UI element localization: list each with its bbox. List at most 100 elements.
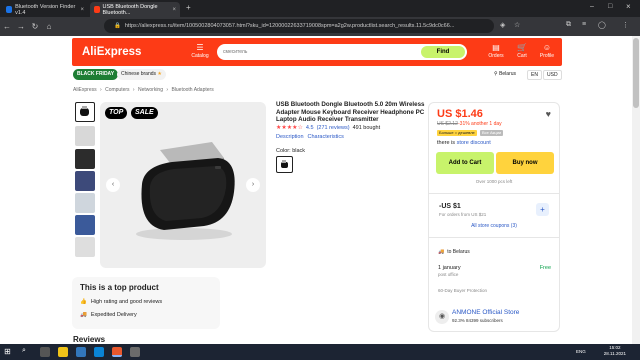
- forward-icon[interactable]: →: [14, 22, 28, 31]
- profile-label: Profile: [539, 53, 555, 59]
- black-friday-badge[interactable]: BLACK FRIDAY: [73, 69, 119, 80]
- top-product-box: This is a top product 👍 High rating and …: [72, 277, 220, 329]
- tab-favicon-icon: [6, 6, 13, 13]
- sale-badge: SALE: [131, 107, 158, 119]
- store-logo-icon[interactable]: ◉: [435, 310, 449, 324]
- store-box: ◉ ANMONE Official Store 92.3% 84399 subs…: [428, 306, 560, 330]
- bookmark-star-icon[interactable]: ☆: [514, 21, 520, 29]
- add-to-cart-button[interactable]: Add to Cart: [436, 152, 494, 174]
- breadcrumb-networking[interactable]: Networking: [138, 87, 163, 93]
- thumbnail-2[interactable]: [75, 126, 95, 146]
- all-coupons-link[interactable]: All store coupons (3): [429, 223, 559, 229]
- search-taskbar-icon[interactable]: ⌕: [22, 347, 26, 355]
- clock[interactable]: 15:02 28.11.2021: [604, 345, 626, 357]
- reading-list-icon[interactable]: ≡: [582, 21, 586, 28]
- wishlist-heart-icon[interactable]: ♥: [546, 109, 551, 119]
- chinese-brands-link[interactable]: Chinese brands ★: [117, 69, 166, 80]
- maximize-icon[interactable]: □: [608, 3, 612, 10]
- tab-aliexpress[interactable]: USB Bluetooth Dongle Bluetooth... ×: [90, 2, 180, 17]
- extensions-puzzle-icon[interactable]: ⧉: [566, 21, 571, 29]
- home-icon[interactable]: ⌂: [42, 22, 56, 31]
- tab-bluetooth-finder[interactable]: Bluetooth Version Finder v1.4 ×: [2, 2, 88, 17]
- tab-description[interactable]: Description: [276, 134, 304, 140]
- dongle-thumb-icon: [80, 106, 89, 116]
- browser-tab-bar: Bluetooth Version Finder v1.4 × USB Blue…: [0, 0, 640, 17]
- promo-tag-more-cheaper[interactable]: Больше = дешевле: [437, 130, 477, 136]
- product-main-image[interactable]: TOP SALE ‹ ›: [100, 102, 266, 268]
- find-button[interactable]: Find: [421, 46, 465, 58]
- profile-button[interactable]: ☺ Profile: [537, 43, 557, 59]
- coupon-condition: For orders from US $21: [439, 212, 487, 217]
- get-coupon-button[interactable]: +: [536, 203, 549, 216]
- windows-start-icon[interactable]: ⊞: [4, 347, 11, 356]
- thumbnail-5[interactable]: [75, 193, 95, 213]
- breadcrumb-aliexpress[interactable]: AliExpress: [73, 87, 97, 93]
- top-badge: TOP: [105, 107, 128, 119]
- currency-selector[interactable]: USD: [543, 70, 562, 80]
- chinese-brands-label: Chinese brands: [121, 71, 157, 77]
- thumbnail-7[interactable]: [75, 237, 95, 257]
- region-selector[interactable]: ⚲ Belarus: [494, 71, 516, 77]
- browser-icon[interactable]: [112, 347, 122, 357]
- usb-dongle-image: [136, 142, 235, 240]
- page-scrollbar[interactable]: [632, 36, 640, 344]
- aliexpress-logo[interactable]: AliExpress: [82, 46, 141, 58]
- catalog-button[interactable]: ☰ Catalog: [190, 43, 210, 59]
- rating-stars-icon: ★★★★☆: [276, 125, 303, 131]
- store-stats: 92.3% 84399 subscribers: [452, 318, 503, 323]
- buyer-protection: 60-Day Buyer Protection: [438, 288, 488, 293]
- store-discount-row: there is store discount: [437, 140, 491, 146]
- reload-icon[interactable]: ↻: [28, 22, 42, 31]
- browser-toolbar: ← → ↻ ⌂ 🔒 https://aliexpress.ru/item/100…: [0, 17, 640, 36]
- store-name-link[interactable]: ANMONE Official Store: [452, 309, 519, 316]
- ship-to-label: to Belarus: [447, 249, 470, 255]
- old-price: US $2.12: [437, 121, 458, 127]
- site-header: AliExpress ☰ Catalog Find ▤ Orders 🛒 Car…: [72, 38, 562, 66]
- close-tab-icon[interactable]: ×: [80, 7, 84, 13]
- buy-now-button[interactable]: Buy now: [496, 152, 554, 174]
- address-bar[interactable]: 🔒 https://aliexpress.ru/item/10050028040…: [104, 19, 494, 33]
- cart-button[interactable]: 🛒 Cart: [512, 43, 532, 59]
- thumbnail-1[interactable]: [75, 102, 95, 122]
- catalog-label: Catalog: [191, 53, 209, 59]
- minimize-icon[interactable]: –: [590, 3, 594, 10]
- top-product-feature-row: 👍 High rating and good reviews: [80, 299, 162, 305]
- truck-icon: 🚚: [80, 312, 87, 318]
- profile-icon[interactable]: ◯: [598, 21, 606, 29]
- store-discount-link[interactable]: store discount: [457, 140, 491, 146]
- thumbnail-3[interactable]: [75, 149, 95, 169]
- ship-to-row[interactable]: 🚚 to Belarus: [438, 249, 470, 255]
- language-selector[interactable]: EN: [527, 70, 542, 80]
- extension-icon[interactable]: ◈: [500, 21, 505, 29]
- breadcrumb-bluetooth-adapters[interactable]: Bluetooth Adapters: [171, 87, 213, 93]
- url-text: https://aliexpress.ru/item/1005002804073…: [124, 23, 455, 29]
- close-tab-icon[interactable]: ×: [172, 7, 176, 13]
- language-indicator[interactable]: ENG: [576, 349, 586, 354]
- ship-date: 1 january: [438, 265, 461, 271]
- thumbnail-4[interactable]: [75, 171, 95, 191]
- promo-tag-all-sales[interactable]: Все Акции: [480, 130, 504, 136]
- profile-face-icon: ☺: [542, 43, 552, 52]
- price: US $1.46: [437, 108, 483, 120]
- task-view-icon[interactable]: [40, 347, 50, 357]
- scrollbar-thumb[interactable]: [633, 38, 639, 108]
- gallery-prev-button[interactable]: ‹: [106, 178, 120, 192]
- tab-characteristics[interactable]: Characteristics: [308, 134, 344, 140]
- close-window-icon[interactable]: ×: [626, 2, 631, 11]
- edge-icon[interactable]: [94, 347, 104, 357]
- orders-button[interactable]: ▤ Orders: [486, 43, 506, 59]
- app-icon[interactable]: [130, 347, 140, 357]
- back-icon[interactable]: ←: [0, 22, 14, 31]
- thumbnail-6[interactable]: [75, 215, 95, 235]
- new-tab-button[interactable]: +: [186, 3, 191, 12]
- color-swatch-black[interactable]: [276, 156, 293, 173]
- search-input[interactable]: [223, 47, 393, 57]
- reviews-link[interactable]: (271 reviews): [317, 125, 350, 131]
- app-icon[interactable]: [76, 347, 86, 357]
- breadcrumb-computers[interactable]: Computers: [105, 87, 129, 93]
- file-explorer-icon[interactable]: [58, 347, 68, 357]
- clock-date: 28.11.2021: [603, 351, 626, 356]
- menu-kebab-icon[interactable]: ⋮: [622, 21, 629, 29]
- gallery-next-button[interactable]: ›: [246, 178, 260, 192]
- divider: [429, 193, 559, 194]
